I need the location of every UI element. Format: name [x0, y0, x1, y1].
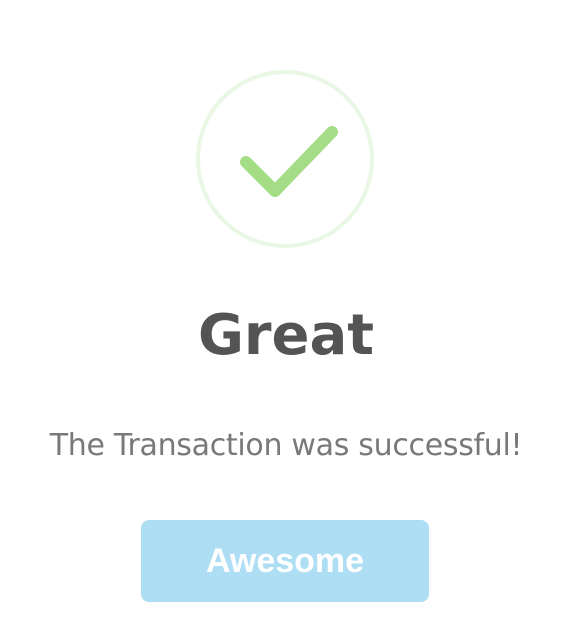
success-icon-ring: [196, 70, 374, 248]
checkmark-icon: [240, 126, 338, 197]
success-dialog: Great The Transaction was successful! Aw…: [0, 0, 572, 631]
confirm-button[interactable]: Awesome: [141, 520, 429, 602]
dialog-message: The Transaction was successful!: [49, 428, 523, 463]
dialog-title: Great: [197, 303, 375, 368]
